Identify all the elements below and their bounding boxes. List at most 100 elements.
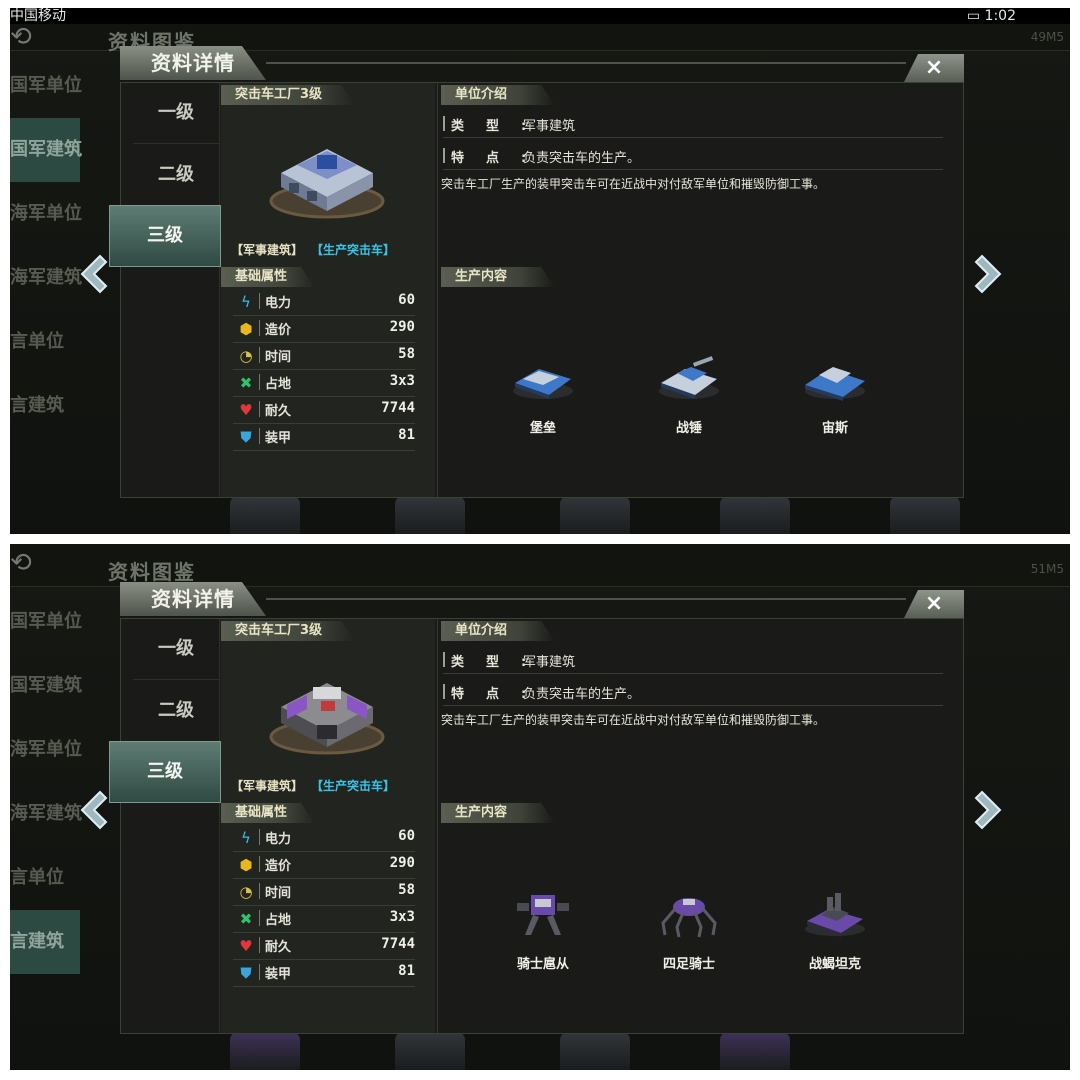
next-arrow-icon[interactable]: [972, 788, 1006, 832]
assault-vehicle-icon: [513, 369, 573, 399]
stat-row-armor: ⛊ 装甲 81: [233, 424, 415, 451]
title-divider: [266, 598, 906, 600]
unit-card[interactable]: 骑士扈从: [493, 889, 593, 979]
tag-produce[interactable]: 【生产突击车】: [317, 779, 395, 793]
background-unit-thumb[interactable]: [720, 1032, 790, 1070]
stat-value: 290: [389, 855, 415, 871]
stat-label: 时间: [265, 886, 292, 901]
stat-value: 3x3: [389, 373, 415, 389]
category-item[interactable]: 海军单位: [10, 182, 82, 246]
background-code: 49M5: [1030, 30, 1064, 44]
category-item[interactable]: 国军建筑: [10, 654, 82, 718]
unit-card[interactable]: 宙斯: [785, 353, 885, 443]
clock-icon: ◔: [239, 347, 253, 365]
background-unit-thumb[interactable]: [395, 496, 465, 534]
stat-row-cost: ⬢ 造价 290: [233, 852, 415, 879]
panel-divider: [437, 619, 438, 1033]
background-unit-thumb[interactable]: [890, 496, 960, 534]
category-item-active[interactable]: 国军建筑: [10, 118, 82, 182]
dialog-body: 一级 二级 三级 突击车工厂3级 【军事建筑】 【生产突击车】 基础属性 ϟ 电…: [109, 82, 964, 498]
stat-label: 造价: [265, 859, 292, 874]
stat-value: 81: [398, 963, 415, 979]
stat-value: 7744: [381, 400, 415, 416]
shield-icon: ⛊: [240, 964, 252, 982]
category-item[interactable]: 国军单位: [10, 54, 82, 118]
lightning-icon: ϟ: [241, 293, 251, 311]
close-button[interactable]: ×: [904, 54, 964, 82]
stat-label: 时间: [265, 350, 292, 365]
stat-value: 7744: [381, 936, 415, 952]
title-divider: [266, 62, 906, 64]
category-item[interactable]: 言单位: [10, 310, 80, 374]
stat-row-time: ◔ 时间 58: [233, 879, 415, 906]
stat-label: 耐久: [265, 940, 292, 955]
back-arrow-icon[interactable]: ⟲: [10, 548, 50, 578]
background-category-list: 国军单位 国军建筑 海军单位 海军建筑 言单位 言建筑: [10, 54, 82, 438]
prev-arrow-icon[interactable]: [76, 788, 110, 832]
level-tabs: 一级 二级 三级: [109, 83, 221, 497]
time-label: 1:02: [984, 8, 1016, 24]
background-unit-thumb[interactable]: [560, 496, 630, 534]
tab-level-1[interactable]: 一级: [133, 83, 219, 144]
tab-level-1[interactable]: 一级: [133, 619, 219, 680]
background-unit-thumb[interactable]: [720, 496, 790, 534]
stat-value: 58: [398, 882, 415, 898]
production-title: 生产内容: [441, 803, 555, 823]
unit-card[interactable]: 战锤: [639, 353, 739, 443]
prev-arrow-icon[interactable]: [76, 252, 110, 296]
factory-building-image: [269, 683, 385, 755]
stat-row-armor: ⛊ 装甲 81: [233, 960, 415, 987]
category-item[interactable]: 海军建筑: [10, 246, 82, 310]
tab-level-3[interactable]: 三级: [109, 741, 221, 803]
background-unit-thumb[interactable]: [230, 496, 300, 534]
background-unit-thumb[interactable]: [560, 1032, 630, 1070]
scorpion-tank-icon: [805, 893, 865, 937]
stats-list: ϟ 电力 60 ⬢ 造价 290 ◔ 时间 58 ✖ 占地 3x3 ♥ 耐久 7…: [233, 825, 415, 987]
tab-level-2[interactable]: 二级: [133, 681, 219, 742]
feature-value: 负责突击车的生产。: [523, 687, 641, 702]
unit-name: 骑士扈从: [516, 957, 569, 972]
battery-icon: ▭: [966, 8, 981, 24]
dialog-title: 资料详情: [120, 46, 266, 80]
type-row: 类型: 军事建筑: [443, 647, 943, 674]
stat-value: 81: [398, 427, 415, 443]
dialog-titlebar: 资料详情 ×: [120, 582, 964, 618]
stat-value: 290: [389, 319, 415, 335]
unit-card[interactable]: 堡垒: [493, 353, 593, 443]
tab-level-2[interactable]: 二级: [133, 145, 219, 206]
unit-card[interactable]: 战蝎坦克: [785, 889, 885, 979]
category-item[interactable]: 国军单位: [10, 590, 82, 654]
stat-label: 电力: [265, 296, 292, 311]
category-item[interactable]: 言建筑: [10, 374, 80, 438]
back-arrow-icon[interactable]: ⟲: [10, 22, 50, 52]
unit-name: 宙斯: [821, 421, 848, 436]
stat-label: 占地: [265, 913, 292, 928]
factory-building-image: [269, 149, 385, 219]
status-time: ▭ 1:02: [967, 8, 1016, 24]
stat-label: 装甲: [265, 967, 292, 982]
assault-vehicle-icon: [659, 356, 719, 399]
background-unit-thumb[interactable]: [395, 1032, 465, 1070]
category-item-active[interactable]: 言建筑: [10, 910, 80, 974]
next-arrow-icon[interactable]: [972, 252, 1006, 296]
tag-type: 【军事建筑】: [231, 779, 304, 793]
category-item[interactable]: 海军单位: [10, 718, 82, 782]
unit-name: 战蝎坦克: [808, 957, 861, 972]
shield-icon: ⛊: [240, 428, 252, 446]
lightning-icon: ϟ: [241, 829, 251, 847]
category-item[interactable]: 言单位: [10, 846, 80, 910]
heart-icon: ♥: [239, 937, 253, 955]
description-text: 突击车工厂生产的装甲突击车可在近战中对付敌军单位和摧毁防御工事。: [441, 713, 826, 727]
stat-value: 60: [398, 292, 415, 308]
category-item[interactable]: 海军建筑: [10, 782, 82, 846]
stat-label: 装甲: [265, 431, 292, 446]
background-category-list: 国军单位 国军建筑 海军单位 海军建筑 言单位 言建筑: [10, 590, 82, 974]
stat-label: 耐久: [265, 404, 292, 419]
stat-row-cost: ⬢ 造价 290: [233, 316, 415, 343]
background-unit-thumb[interactable]: [230, 1032, 300, 1070]
stat-value: 58: [398, 346, 415, 362]
tag-produce[interactable]: 【生产突击车】: [317, 243, 395, 257]
unit-card[interactable]: 四足骑士: [639, 889, 739, 979]
tab-level-3[interactable]: 三级: [109, 205, 221, 267]
close-button[interactable]: ×: [904, 590, 964, 618]
